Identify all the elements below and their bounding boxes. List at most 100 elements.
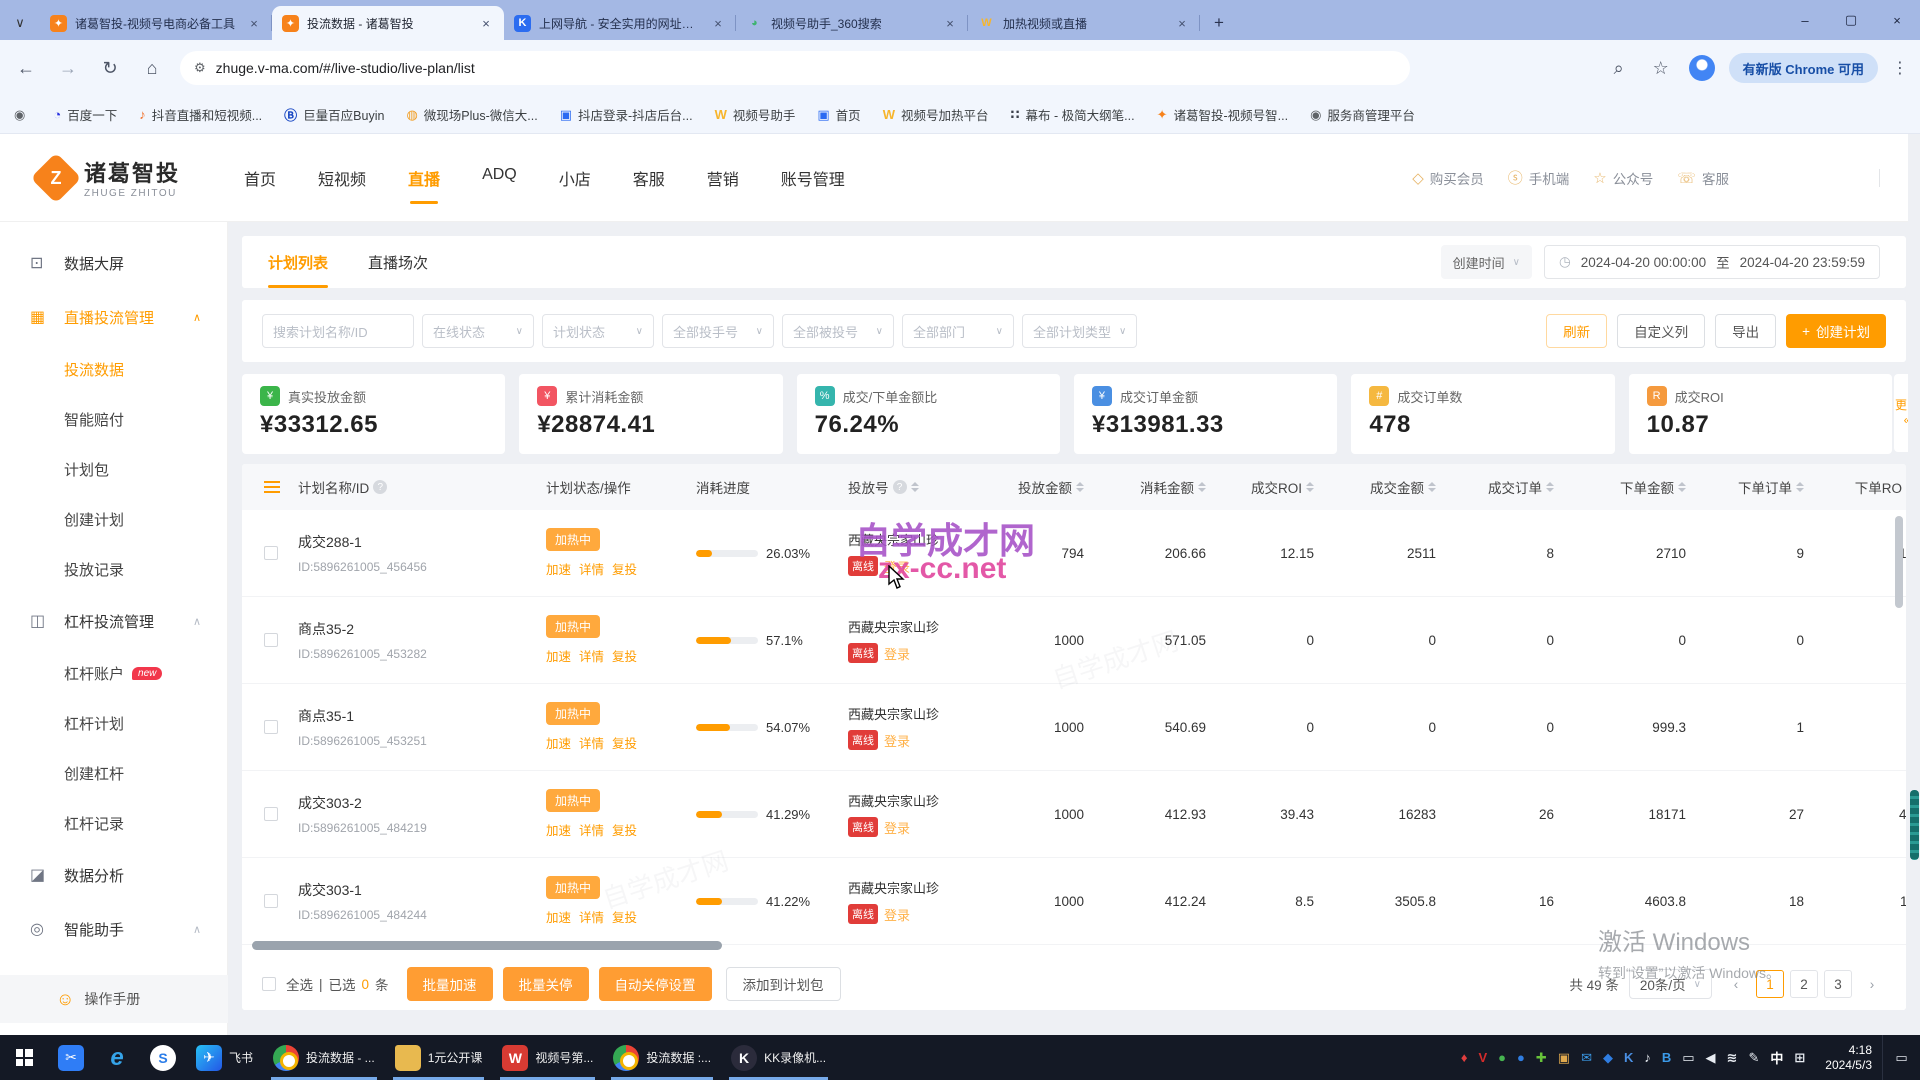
browser-tab[interactable]: ◕ 视频号助手_360搜索 × xyxy=(736,6,968,40)
search-icon[interactable]: ⌕ xyxy=(1605,54,1633,82)
sidebar-item[interactable]: 杠杆账户 new xyxy=(0,648,227,698)
sidebar-item[interactable]: ◪ 数据分析 xyxy=(0,848,227,902)
login-link[interactable]: 登录 xyxy=(884,644,910,663)
bookmark-item[interactable]: W 视频号加热平台 xyxy=(883,105,989,124)
row-checkbox[interactable] xyxy=(264,894,278,908)
column-header[interactable]: 计划状态/操作 ? xyxy=(546,477,696,497)
new-tab-button[interactable]: + xyxy=(1204,9,1234,37)
plan-search-input[interactable]: 搜索计划名称/ID xyxy=(262,314,414,348)
tray-icon[interactable]: ▭ xyxy=(1682,1050,1694,1066)
filter-select[interactable]: 计划状态 ∨ xyxy=(542,314,654,348)
date-range-picker[interactable]: ◷ 2024-04-20 00:00:00 至 2024-04-20 23:59… xyxy=(1544,245,1880,279)
action-detail[interactable]: 详情 xyxy=(579,733,604,752)
forward-icon[interactable]: → xyxy=(54,54,82,82)
sort-icon[interactable] xyxy=(911,478,919,496)
tray-icon[interactable]: ◀ xyxy=(1706,1050,1716,1066)
column-settings-icon[interactable] xyxy=(264,486,280,488)
tab-close-icon[interactable]: × xyxy=(710,16,726,31)
bookmark-item[interactable]: Ⓑ 巨量百应Buyin xyxy=(284,105,384,124)
bookmark-item[interactable]: ◍ 微现场Plus-微信大... xyxy=(406,105,537,124)
column-header[interactable]: 成交ROI ? xyxy=(1236,477,1344,497)
page-button[interactable]: 3 xyxy=(1824,970,1852,998)
tab-close-icon[interactable]: × xyxy=(942,16,958,31)
bookmark-item[interactable]: ▣ 首页 xyxy=(817,105,860,124)
site-info-icon[interactable]: ⚙ xyxy=(194,60,206,76)
row-checkbox[interactable] xyxy=(264,546,278,560)
bookmark-item[interactable]: ♪ 抖音直播和短视频... xyxy=(139,105,262,124)
toolbar-button[interactable]: 自定义列 xyxy=(1617,314,1705,348)
filter-select[interactable]: 全部计划类型 ∨ xyxy=(1022,314,1137,348)
tray-icon[interactable]: ✉ xyxy=(1581,1050,1592,1066)
bookmark-item[interactable]: ∷ 幕布 - 极简大纲笔... xyxy=(1010,105,1134,124)
login-link[interactable]: 登录 xyxy=(884,905,910,924)
chrome-update-button[interactable]: 有新版 Chrome 可用 xyxy=(1729,53,1878,83)
row-checkbox[interactable] xyxy=(264,633,278,647)
batch-button[interactable]: 自动关停设置 xyxy=(599,967,712,1001)
back-icon[interactable]: ← xyxy=(12,54,40,82)
sidebar-item[interactable]: ◎ 智能助手 ∧ xyxy=(0,902,227,956)
sort-icon[interactable] xyxy=(1198,478,1206,496)
column-header[interactable]: 消耗金额 ? xyxy=(1114,477,1236,497)
taskbar-clock[interactable]: 4:18 2024/5/3 xyxy=(1815,1035,1882,1080)
bookmark-item[interactable]: W 视频号助手 xyxy=(715,105,796,124)
toolbar-button[interactable]: 刷新 xyxy=(1546,314,1607,348)
nav-item[interactable]: 直播 xyxy=(406,156,442,200)
tray-icon[interactable]: ● xyxy=(1517,1050,1525,1065)
select-all-label[interactable]: 全选 xyxy=(286,974,313,994)
taskbar-app[interactable]: ✂ xyxy=(48,1035,94,1080)
profile-avatar[interactable] xyxy=(1689,55,1715,81)
bookmark-star-icon[interactable]: ☆ xyxy=(1647,54,1675,82)
column-header[interactable]: 成交订单 ? xyxy=(1466,477,1584,497)
notification-center-icon[interactable]: ▭ xyxy=(1882,1035,1920,1080)
nav-item[interactable]: 客服 xyxy=(631,156,667,200)
tab-close-icon[interactable]: × xyxy=(246,16,262,31)
row-checkbox[interactable] xyxy=(264,807,278,821)
action-accelerate[interactable]: 加速 xyxy=(546,820,571,839)
help-icon[interactable]: ? xyxy=(893,480,907,494)
row-checkbox[interactable] xyxy=(264,720,278,734)
tray-icon[interactable]: K xyxy=(1624,1050,1633,1065)
tab-close-icon[interactable]: × xyxy=(478,16,494,31)
nav-item[interactable]: 小店 xyxy=(557,156,593,200)
header-utility-link[interactable]: ☆ 公众号 xyxy=(1593,168,1653,188)
filter-select[interactable]: 在线状态 ∨ xyxy=(422,314,534,348)
reload-icon[interactable]: ↻ xyxy=(96,54,124,82)
column-header[interactable]: 成交金额 ? xyxy=(1344,477,1466,497)
sidebar-item[interactable]: ◫ 杠杆投流管理 ∧ xyxy=(0,594,227,648)
tray-icon[interactable]: ♪ xyxy=(1644,1050,1651,1065)
nav-item[interactable]: 首页 xyxy=(242,156,278,200)
browser-scrollbar-thumb[interactable] xyxy=(1910,790,1919,860)
page-button[interactable]: › xyxy=(1858,970,1886,998)
batch-button[interactable]: 批量关停 xyxy=(503,967,589,1001)
browser-scrollbar[interactable] xyxy=(1908,134,1920,1035)
url-bar[interactable]: ⚙ zhuge.v-ma.com/#/live-studio/live-plan… xyxy=(180,51,1410,85)
help-icon[interactable]: ? xyxy=(373,480,387,494)
tray-icon[interactable]: B xyxy=(1662,1050,1671,1065)
filter-select[interactable]: 全部投手号 ∨ xyxy=(662,314,774,348)
column-header[interactable]: 消耗进度 ? xyxy=(696,477,848,497)
home-icon[interactable]: ⌂ xyxy=(138,54,166,82)
column-header[interactable]: 投放号 ? xyxy=(848,477,996,497)
window-close-button[interactable]: × xyxy=(1874,0,1920,40)
tray-icon[interactable]: ▣ xyxy=(1558,1050,1570,1066)
column-header[interactable]: 下单订单 ? xyxy=(1716,477,1834,497)
action-rerun[interactable]: 复投 xyxy=(612,559,637,578)
sidebar-item[interactable]: 投放记录 xyxy=(0,544,227,594)
taskbar-app[interactable]: W 视频号第... xyxy=(492,1035,603,1080)
tray-icon[interactable]: ✚ xyxy=(1536,1050,1547,1066)
bookmark-item[interactable]: ◉ 服务商管理平台 xyxy=(1310,105,1415,124)
header-utility-link[interactable]: ◇ 购买会员 xyxy=(1412,168,1484,188)
sidebar-item-manual[interactable]: ☺ 操作手册 xyxy=(0,975,228,1023)
sort-icon[interactable] xyxy=(1796,478,1804,496)
select-all-checkbox[interactable] xyxy=(262,977,276,991)
sort-icon[interactable] xyxy=(1076,478,1084,496)
action-rerun[interactable]: 复投 xyxy=(612,907,637,926)
tray-icon[interactable]: ⊞ xyxy=(1794,1050,1805,1066)
bookmark-item[interactable]: ◉ xyxy=(14,107,31,123)
sort-icon[interactable] xyxy=(1306,478,1314,496)
batch-button[interactable]: 批量加速 xyxy=(407,967,493,1001)
page-button[interactable]: 2 xyxy=(1790,970,1818,998)
action-detail[interactable]: 详情 xyxy=(579,907,604,926)
taskbar-app[interactable]: K KK录像机... xyxy=(721,1035,836,1080)
sidebar-item[interactable]: 计划包 xyxy=(0,444,227,494)
